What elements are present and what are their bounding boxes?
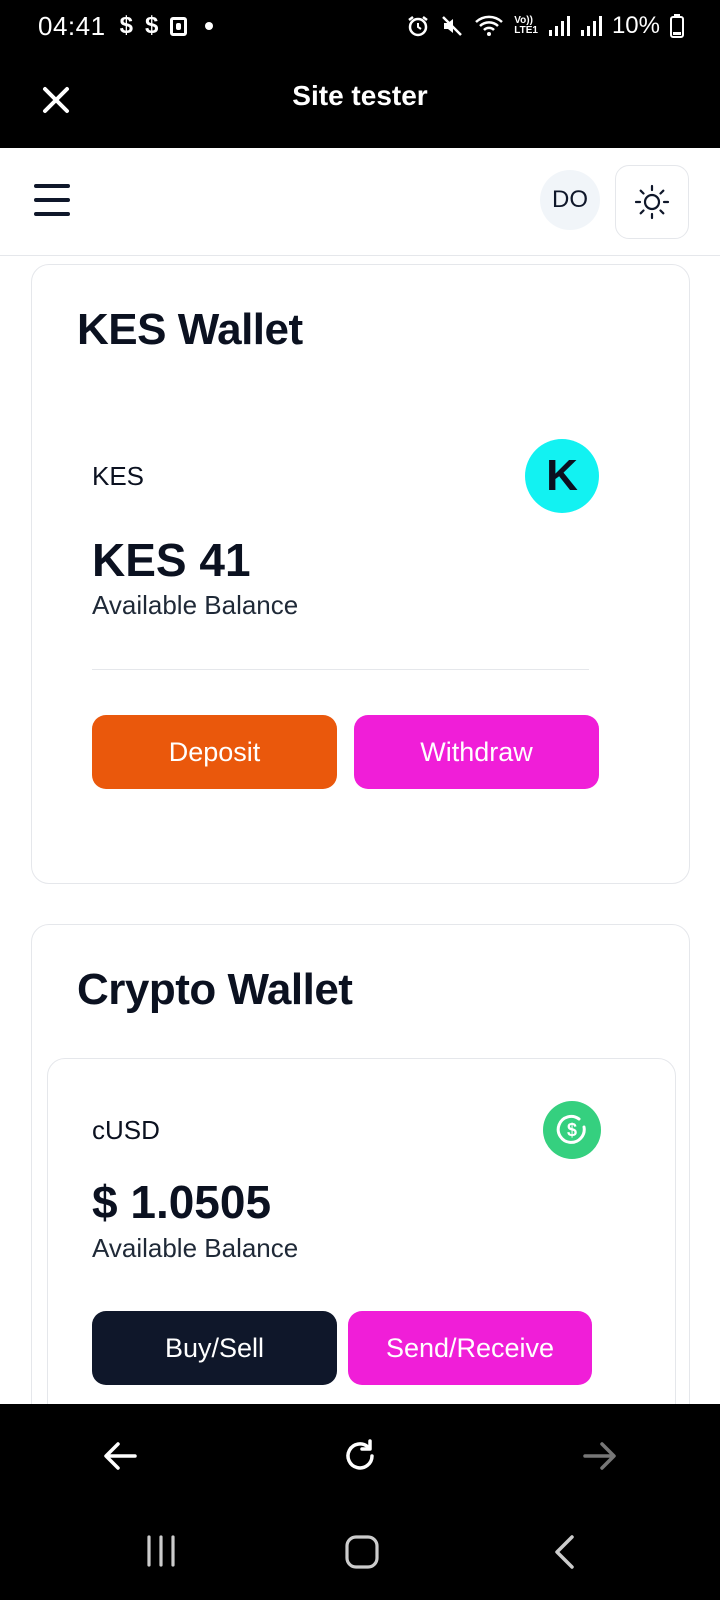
status-bar: 04:41 $ $ Vo)) LTE1 10% <box>0 0 720 52</box>
recent-apps-icon[interactable] <box>144 1534 178 1568</box>
system-nav-bar <box>0 1508 720 1600</box>
buy-sell-button[interactable]: Buy/Sell <box>92 1311 337 1385</box>
more-notifications-icon <box>205 22 214 30</box>
signal-icon <box>580 16 602 36</box>
battery-percentage: 10% <box>611 12 660 39</box>
kes-wallet-card: KES Wallet KES K KES 41 Available Balanc… <box>31 264 690 884</box>
site-header: DO <box>0 148 720 256</box>
cusd-asset-card: cUSD $ $ 1.0505 Available Balance Buy/Se… <box>47 1058 676 1404</box>
currency-label: KES <box>92 461 145 491</box>
signal-icon <box>548 16 570 36</box>
balance-caption: Available Balance <box>92 590 299 620</box>
sun-icon <box>634 184 670 220</box>
status-time: 04:41 <box>38 10 106 41</box>
web-content: DO KES Wallet KES K KES 41 Available Bal… <box>0 148 720 1404</box>
crypto-wallet-card: Crypto Wallet cUSD $ $ 1.0505 Available … <box>31 924 690 1404</box>
cusd-icon: $ <box>556 1114 586 1144</box>
avatar[interactable]: DO <box>540 170 600 230</box>
notification-icons: $ $ <box>120 12 214 40</box>
cusd-logo: $ <box>543 1101 601 1159</box>
withdraw-button[interactable]: Withdraw <box>354 715 599 789</box>
divider <box>92 669 589 670</box>
back-icon[interactable] <box>550 1534 580 1570</box>
kes-logo-letter: K <box>546 451 578 500</box>
browser-top-bar: Site tester <box>0 52 720 148</box>
home-icon[interactable] <box>344 1534 380 1570</box>
svg-text:$: $ <box>567 1120 577 1140</box>
dollar-notification-icon: $ <box>119 12 133 39</box>
kes-logo: K <box>525 439 599 513</box>
reload-icon[interactable] <box>340 1436 380 1476</box>
arrow-left-icon[interactable] <box>100 1436 140 1476</box>
balance-amount: KES 41 <box>92 534 251 586</box>
card-title: Crypto Wallet <box>77 965 353 1014</box>
app-notification-icon <box>170 16 188 36</box>
mute-icon <box>442 16 463 36</box>
dollar-notification-icon: $ <box>144 12 159 39</box>
alarm-icon <box>408 16 428 37</box>
arrow-right-icon[interactable] <box>580 1436 620 1476</box>
send-receive-button[interactable]: Send/Receive <box>348 1311 592 1385</box>
status-right-icons: Vo)) LTE1 10% <box>406 0 684 52</box>
browser-title: Site tester <box>292 80 428 111</box>
theme-toggle-button[interactable] <box>615 165 689 239</box>
browser-bottom-nav <box>0 1404 720 1508</box>
card-title: KES Wallet <box>77 305 303 354</box>
balance-caption: Available Balance <box>92 1233 299 1263</box>
battery-icon <box>670 14 684 38</box>
menu-icon[interactable] <box>34 184 70 216</box>
volte-icon: Vo)) LTE1 <box>514 15 538 36</box>
deposit-button[interactable]: Deposit <box>92 715 337 789</box>
wifi-icon <box>475 15 504 36</box>
currency-label: cUSD <box>92 1115 160 1145</box>
balance-amount: $ 1.0505 <box>92 1176 272 1228</box>
